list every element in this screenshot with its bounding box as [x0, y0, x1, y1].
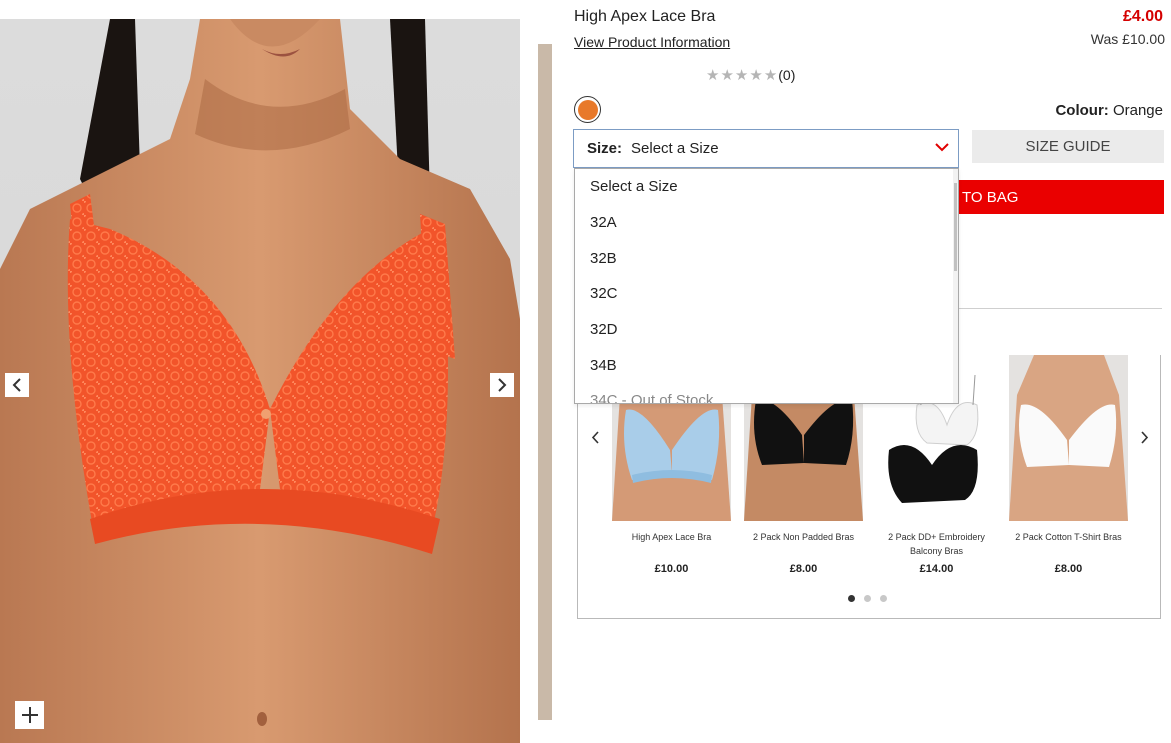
main-product-image[interactable] [0, 19, 520, 743]
size-option-out-of-stock[interactable]: 34C - Out of Stock [575, 383, 958, 403]
card-image [1009, 355, 1128, 521]
carousel-next-button[interactable] [1136, 427, 1152, 447]
size-option[interactable]: 32A [575, 205, 958, 241]
star-icon: ★ [749, 66, 763, 84]
star-icon: ★ [706, 66, 720, 84]
next-image-preview [538, 44, 552, 720]
carousel-dot[interactable] [880, 595, 887, 602]
size-select-label: Size: [587, 140, 623, 157]
card-price: £14.00 [919, 563, 954, 575]
dropdown-scrollbar-thumb[interactable] [954, 183, 957, 271]
plus-icon [21, 707, 38, 723]
size-select-value: Select a Size [631, 140, 719, 157]
carousel-card[interactable]: 2 Pack Cotton T-Shirt Bras £8.00 [1009, 355, 1128, 575]
current-price: £4.00 [1122, 8, 1163, 25]
size-option[interactable]: 32C [575, 276, 958, 312]
star-icon: ★ [734, 66, 749, 84]
size-option[interactable]: 32B [575, 240, 958, 276]
card-name: High Apex Lace Bra [631, 532, 712, 542]
add-to-bag-button[interactable]: TO BAG [958, 180, 1164, 214]
view-product-info-link[interactable]: View Product Information [574, 34, 730, 50]
colour-label-key: Colour: [1055, 102, 1109, 119]
star-icon: ★ [720, 66, 734, 84]
rating[interactable]: ★ ★ ★ ★ ★ (0) [706, 67, 795, 83]
zoom-button[interactable] [15, 701, 44, 729]
swatch-color [577, 99, 598, 120]
size-option[interactable]: 32D [575, 312, 958, 348]
was-price: Was £10.00 [1090, 31, 1165, 47]
star-icon: ★ [763, 66, 778, 84]
product-title: High Apex Lace Bra [574, 8, 716, 25]
card-name: 2 Pack Non Padded Bras [752, 532, 855, 542]
gallery-prev-button[interactable] [5, 373, 29, 397]
colour-label-value: Orange [1112, 102, 1163, 119]
carousel-prev-button[interactable] [587, 427, 603, 447]
size-guide-button[interactable]: SIZE GUIDE [972, 130, 1164, 163]
product-gallery [0, 0, 552, 743]
carousel-dot[interactable] [864, 595, 871, 602]
size-select[interactable]: Size: Select a Size [573, 129, 959, 168]
colour-label: Colour: Orange [1055, 102, 1163, 119]
rating-count: (0) [778, 67, 796, 83]
card-name: 2 Pack DD+ Embroidery Balcony Bras [888, 532, 985, 556]
colour-swatch-orange[interactable] [574, 96, 601, 123]
chevron-down-icon [935, 143, 949, 152]
card-name: 2 Pack Cotton T-Shirt Bras [1015, 532, 1122, 542]
model-photo [0, 19, 520, 743]
size-option[interactable]: 34B [575, 347, 958, 383]
dropdown-scrollbar[interactable] [953, 169, 958, 403]
carousel-pagination [848, 595, 887, 602]
chevron-left-icon [591, 430, 599, 444]
gallery-next-button[interactable] [490, 373, 514, 397]
section-divider [958, 308, 1162, 309]
chevron-right-icon [498, 378, 507, 392]
size-option[interactable]: Select a Size [575, 169, 958, 205]
size-dropdown-list[interactable]: Select a Size 32A 32B 32C 32D 34B 34C - … [574, 168, 959, 404]
card-price: £8.00 [789, 563, 818, 575]
carousel-dot[interactable] [848, 595, 855, 602]
card-price: £10.00 [654, 563, 689, 575]
chevron-right-icon [1140, 430, 1148, 444]
card-price: £8.00 [1054, 563, 1083, 575]
chevron-left-icon [12, 378, 21, 392]
